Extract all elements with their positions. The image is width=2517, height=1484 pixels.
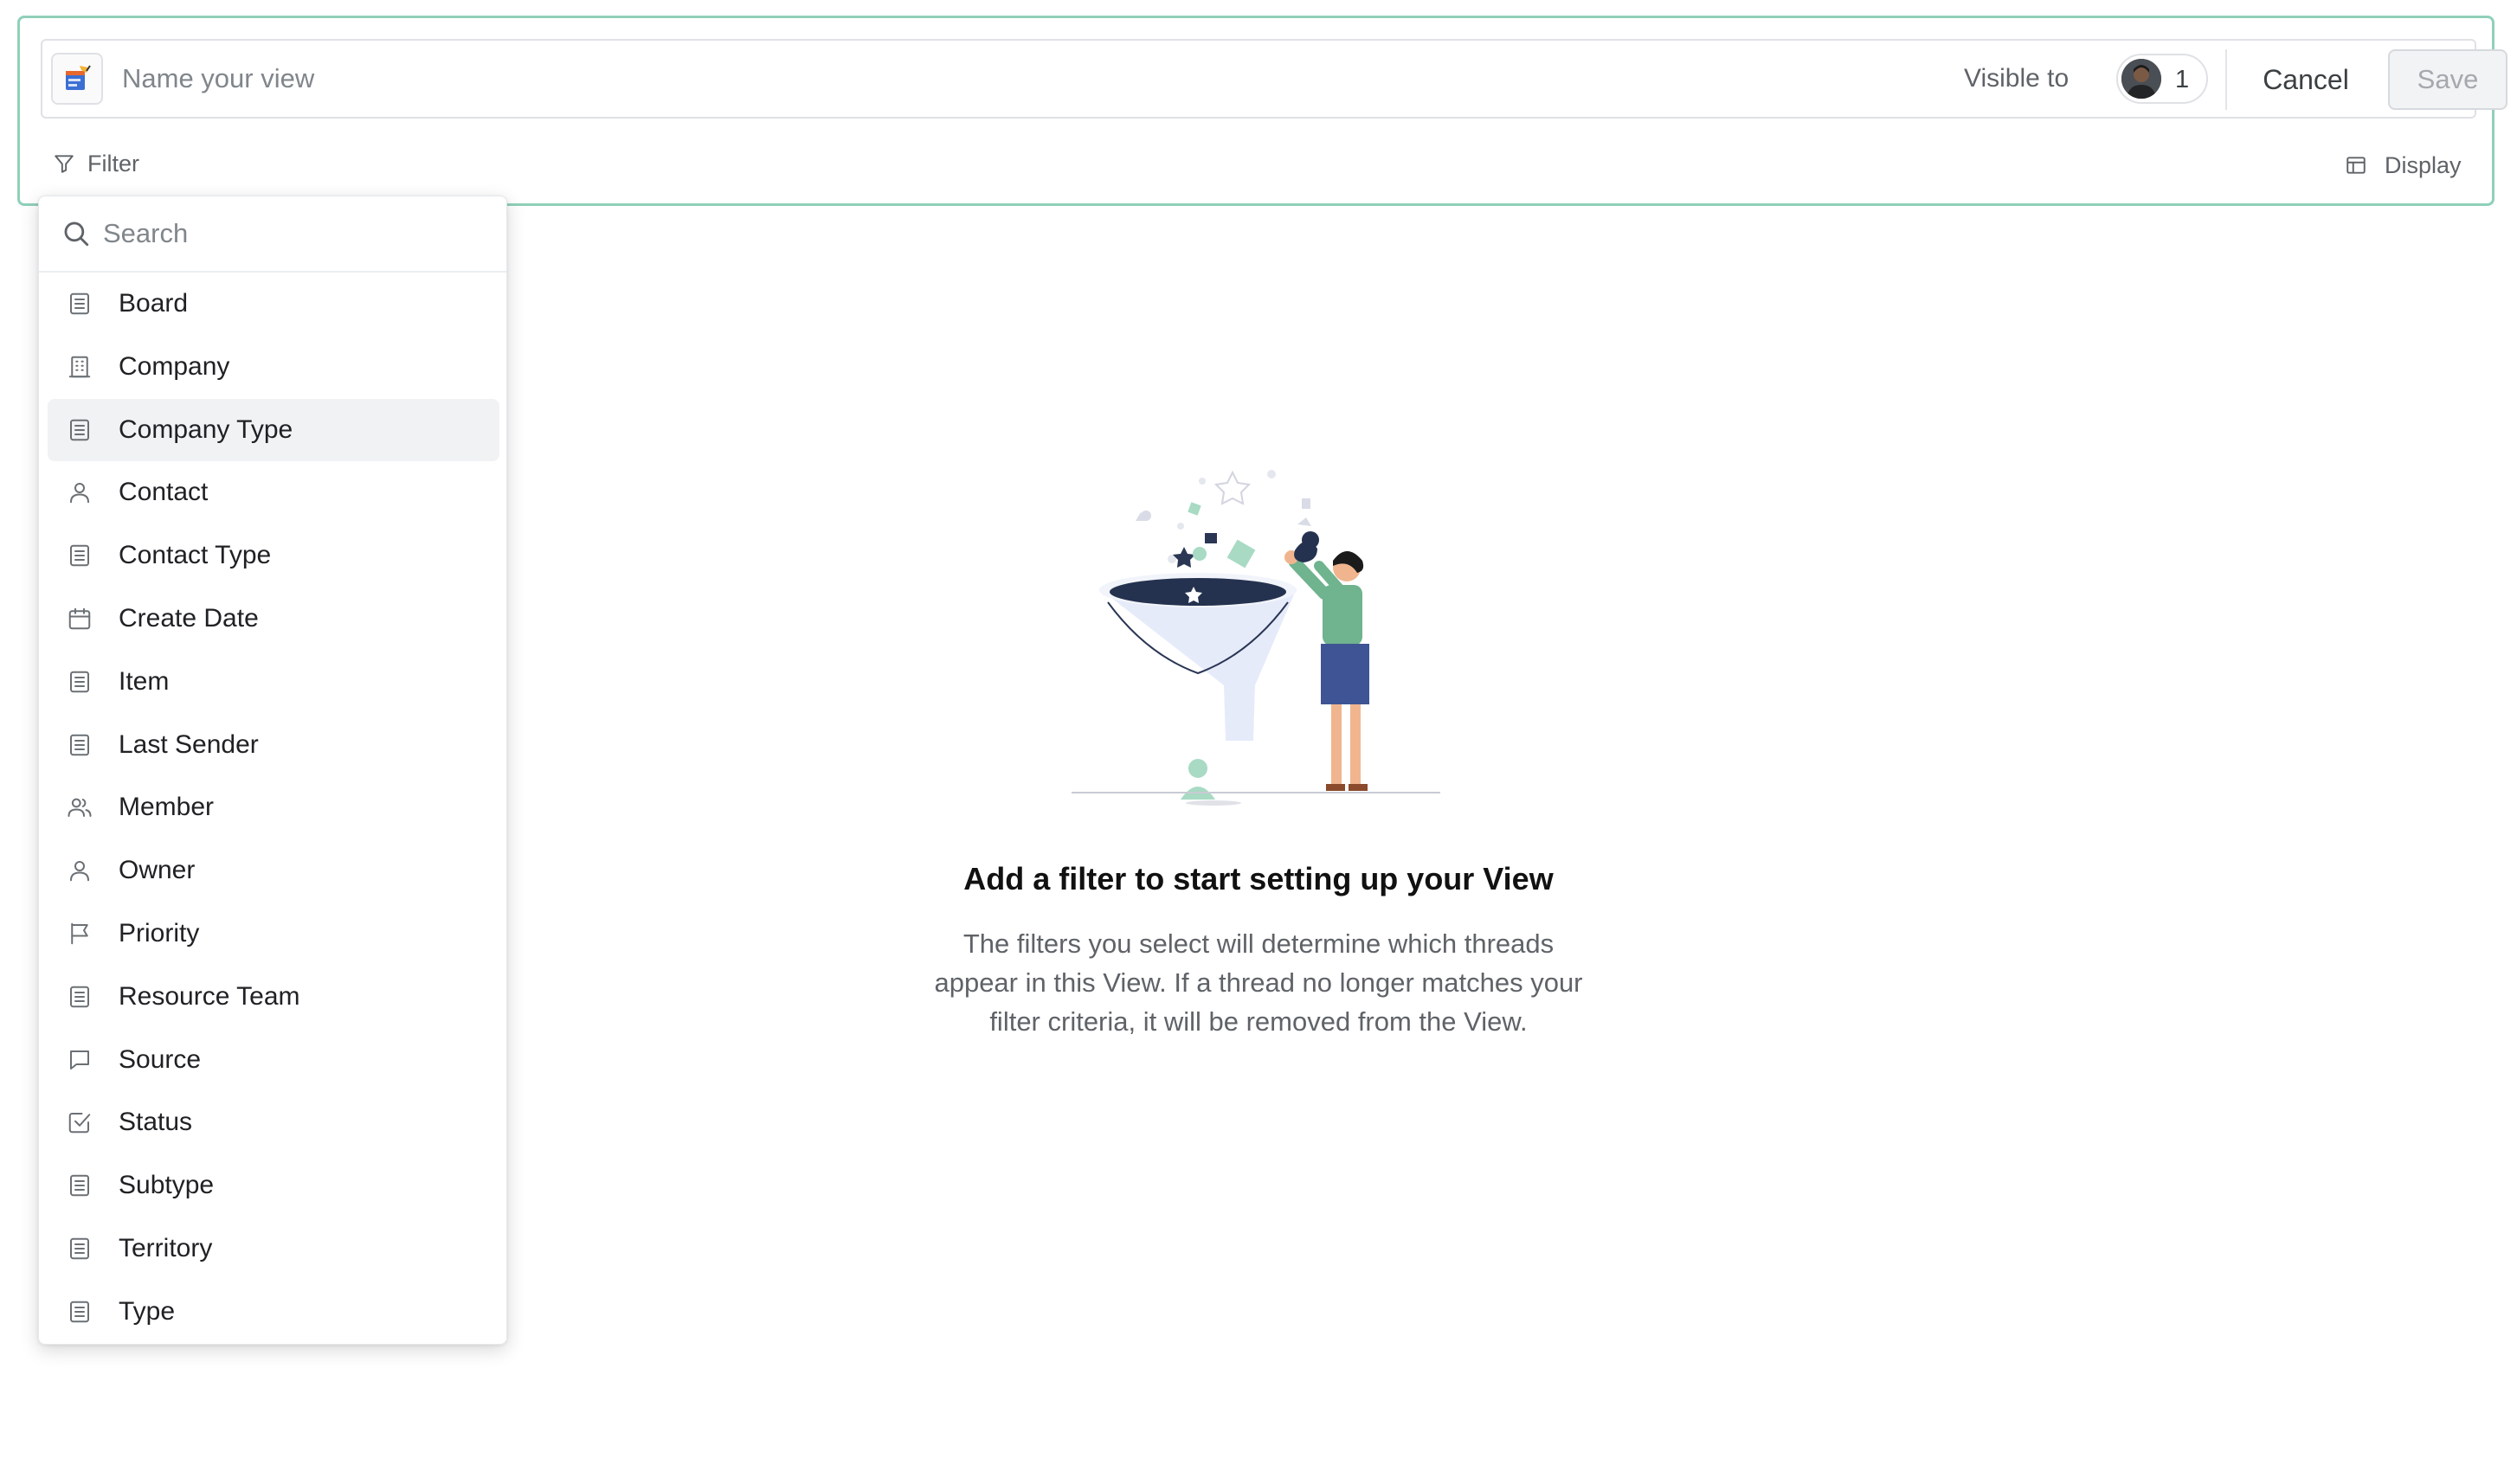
filter-field-label: Last Sender bbox=[119, 729, 259, 759]
view-editor: Visible to 1 Cancel Save Fi bbox=[17, 16, 2507, 206]
filter-field-label: Company Type bbox=[119, 414, 293, 444]
filter-field-label: Contact Type bbox=[119, 541, 272, 570]
list-field-icon bbox=[70, 1301, 89, 1323]
filter-field-label: Board bbox=[119, 289, 189, 318]
visible-to-label: Visible to bbox=[1964, 64, 2070, 93]
list-field-icon bbox=[70, 292, 89, 315]
filter-field-label: Territory bbox=[119, 1234, 213, 1262]
filter-field-menu: Board Company Company Type Contact Contact T… bbox=[38, 196, 507, 1345]
list-field-icon bbox=[70, 544, 89, 567]
cancel-button[interactable]: Cancel bbox=[2241, 49, 2371, 110]
filter-field-label: Subtype bbox=[119, 1171, 215, 1200]
filter-field-option[interactable]: Subtype bbox=[48, 1154, 499, 1217]
filter-field-option[interactable]: Create Date bbox=[48, 588, 499, 650]
view-name-input[interactable] bbox=[122, 53, 1247, 105]
visible-count: 1 bbox=[2175, 66, 2190, 93]
people-icon bbox=[68, 799, 92, 818]
visibility-selector[interactable]: 1 bbox=[2116, 54, 2208, 104]
filter-field-label: Owner bbox=[119, 856, 196, 885]
calendar-icon bbox=[68, 607, 91, 630]
list-field-icon bbox=[70, 1237, 89, 1260]
filter-field-option[interactable]: Company bbox=[48, 336, 499, 398]
filter-field-label: Type bbox=[119, 1296, 176, 1326]
filter-field-option[interactable]: Member bbox=[48, 776, 499, 838]
list-field-icon bbox=[70, 671, 89, 693]
header-divider bbox=[2225, 49, 2227, 110]
list-field-icon bbox=[70, 419, 89, 440]
filter-field-option[interactable]: Board bbox=[48, 273, 499, 335]
display-button[interactable]: Display bbox=[2345, 148, 2462, 183]
empty-state-title: Add a filter to start setting up your Vi… bbox=[963, 861, 1554, 896]
list-field-icon bbox=[70, 734, 89, 755]
filter-field-label: Create Date bbox=[119, 604, 259, 633]
person-icon bbox=[70, 861, 89, 882]
filter-field-label: Source bbox=[119, 1044, 202, 1074]
filter-field-option[interactable]: Contact bbox=[48, 461, 499, 524]
filter-field-option[interactable]: Priority bbox=[48, 903, 499, 965]
chat-bubble-icon bbox=[70, 1050, 89, 1070]
list-field-icon bbox=[70, 1174, 89, 1197]
filter-label: Filter bbox=[87, 150, 139, 177]
filter-field-option[interactable]: Territory bbox=[48, 1217, 499, 1280]
filter-field-label: Item bbox=[119, 666, 170, 696]
filter-field-option[interactable]: Company Type bbox=[48, 398, 499, 461]
list-field-icon bbox=[70, 986, 89, 1008]
person-icon bbox=[70, 483, 89, 504]
save-button[interactable]: Save bbox=[2388, 49, 2507, 110]
flag-icon bbox=[71, 922, 88, 945]
filter-field-option[interactable]: Contact Type bbox=[48, 524, 499, 587]
filter-search-input[interactable] bbox=[103, 214, 484, 254]
filter-field-label: Member bbox=[119, 793, 215, 822]
filter-field-option[interactable]: Resource Team bbox=[48, 966, 499, 1028]
avatar bbox=[2121, 59, 2161, 99]
filter-field-option[interactable]: Last Sender bbox=[48, 714, 499, 776]
filter-field-label: Company bbox=[119, 351, 230, 381]
filter-icon bbox=[55, 155, 74, 173]
funnel-illustration bbox=[1072, 470, 1440, 806]
filter-field-label: Contact bbox=[119, 478, 209, 507]
filter-field-label: Resource Team bbox=[119, 981, 300, 1011]
table-layout-icon bbox=[2346, 157, 2366, 174]
view-editor-page: Visible to 1 Cancel Save Fi bbox=[0, 0, 2517, 1484]
filter-field-label: Status bbox=[119, 1108, 193, 1137]
filter-field-option[interactable]: Owner bbox=[48, 839, 499, 902]
search-icon bbox=[64, 222, 89, 247]
filter-field-label: Priority bbox=[119, 919, 200, 948]
filter-field-option[interactable]: Item bbox=[48, 651, 499, 713]
filter-field-option[interactable]: Status bbox=[48, 1091, 499, 1153]
filter-button[interactable]: Filter bbox=[53, 146, 139, 181]
display-label: Display bbox=[2385, 151, 2462, 178]
checkbox-icon bbox=[68, 1113, 91, 1134]
filter-search-row bbox=[39, 196, 506, 273]
building-icon bbox=[68, 356, 91, 378]
filter-field-option[interactable]: Source bbox=[48, 1029, 499, 1091]
view-name-row: Visible to 1 Cancel Save bbox=[41, 39, 2507, 119]
filter-field-option[interactable]: Type bbox=[48, 1281, 499, 1343]
empty-state-description: The filters you select will determine wh… bbox=[934, 928, 1583, 1037]
view-emoji-icon bbox=[66, 65, 91, 90]
view-emoji-button[interactable] bbox=[51, 53, 103, 105]
